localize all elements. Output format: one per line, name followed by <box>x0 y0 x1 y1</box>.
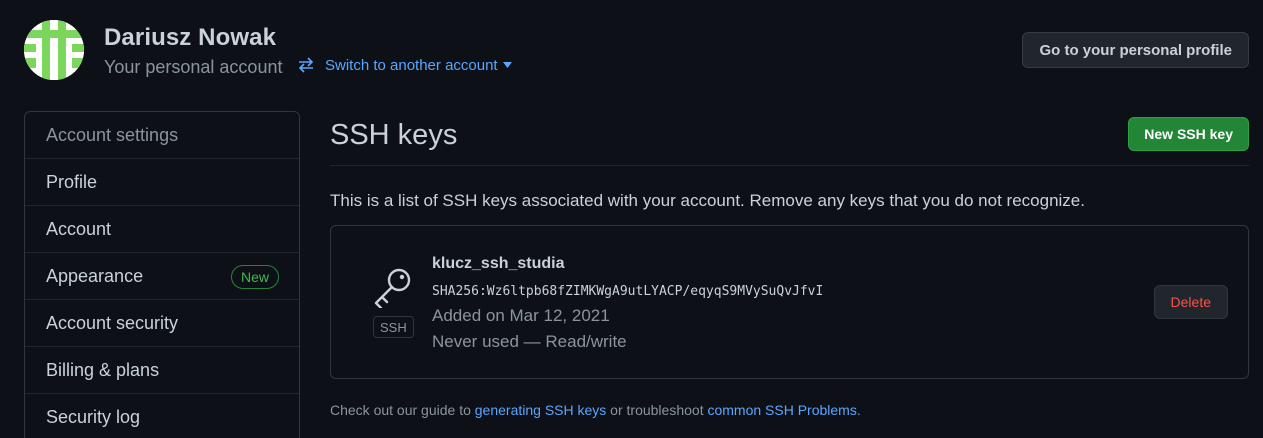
generating-ssh-keys-link[interactable]: generating SSH keys <box>475 402 607 418</box>
sidebar-item-security-log[interactable]: Security log <box>25 394 299 438</box>
sidebar-item-label: Account <box>46 218 112 239</box>
user-name[interactable]: Dariusz Nowak <box>104 24 276 52</box>
sidebar-item-account-security[interactable]: Account security <box>25 300 299 347</box>
key-usage-status: Never used — Read/write <box>432 332 627 351</box>
sidebar-item-account[interactable]: Account <box>25 206 299 253</box>
sidebar-item-label: Account security <box>46 312 179 333</box>
account-header: Dariusz Nowak Your personal account Swit… <box>24 20 1249 84</box>
switch-account-button[interactable]: Switch to another account <box>297 56 512 74</box>
divider <box>330 165 1249 166</box>
key-title: klucz_ssh_studia <box>432 255 565 272</box>
settings-sidebar: Account settings Profile Account Appeara… <box>24 111 300 438</box>
sidebar-item-profile[interactable]: Profile <box>25 159 299 206</box>
sidebar-item-appearance[interactable]: Appearance New <box>25 253 299 300</box>
sidebar-item-label: Profile <box>46 171 98 192</box>
new-badge: New <box>230 265 279 289</box>
sidebar-item-label: Appearance <box>46 265 144 286</box>
sidebar-heading: Account settings <box>25 112 299 159</box>
sidebar-item-label: Billing & plans <box>46 359 160 380</box>
account-type-label: Your personal account <box>104 57 283 77</box>
caret-down-icon <box>502 62 512 68</box>
section-description: This is a list of SSH keys associated wi… <box>330 191 1085 210</box>
go-to-profile-button[interactable]: Go to your personal profile <box>1022 32 1249 68</box>
sidebar-item-billing[interactable]: Billing & plans <box>25 347 299 394</box>
help-footer: Check out our guide to generating SSH ke… <box>330 402 861 418</box>
avatar[interactable] <box>24 20 84 80</box>
ssh-key-card: SSH klucz_ssh_studia SHA256:Wz6ltpb68fZI… <box>330 225 1249 379</box>
footer-prefix: Check out our guide to <box>330 402 475 418</box>
switch-arrows-icon <box>298 57 314 73</box>
avatar-identicon <box>24 20 84 80</box>
footer-middle: or troubleshoot <box>606 402 708 418</box>
sidebar-item-label: Security log <box>46 406 141 427</box>
common-ssh-problems-link[interactable]: common SSH Problems <box>707 402 856 418</box>
switch-account-label: Switch to another account <box>325 56 498 74</box>
key-type-tag: SSH <box>373 316 414 338</box>
key-icon <box>374 268 411 308</box>
new-ssh-key-button[interactable]: New SSH key <box>1128 117 1249 151</box>
key-added-date: Added on Mar 12, 2021 <box>432 306 610 325</box>
page-title: SSH keys <box>330 119 458 151</box>
delete-key-button[interactable]: Delete <box>1153 285 1228 319</box>
footer-suffix: . <box>856 402 861 418</box>
key-fingerprint: SHA256:Wz6ltpb68fZIMKWgA9utLYACP/eqyqS9M… <box>432 284 824 299</box>
